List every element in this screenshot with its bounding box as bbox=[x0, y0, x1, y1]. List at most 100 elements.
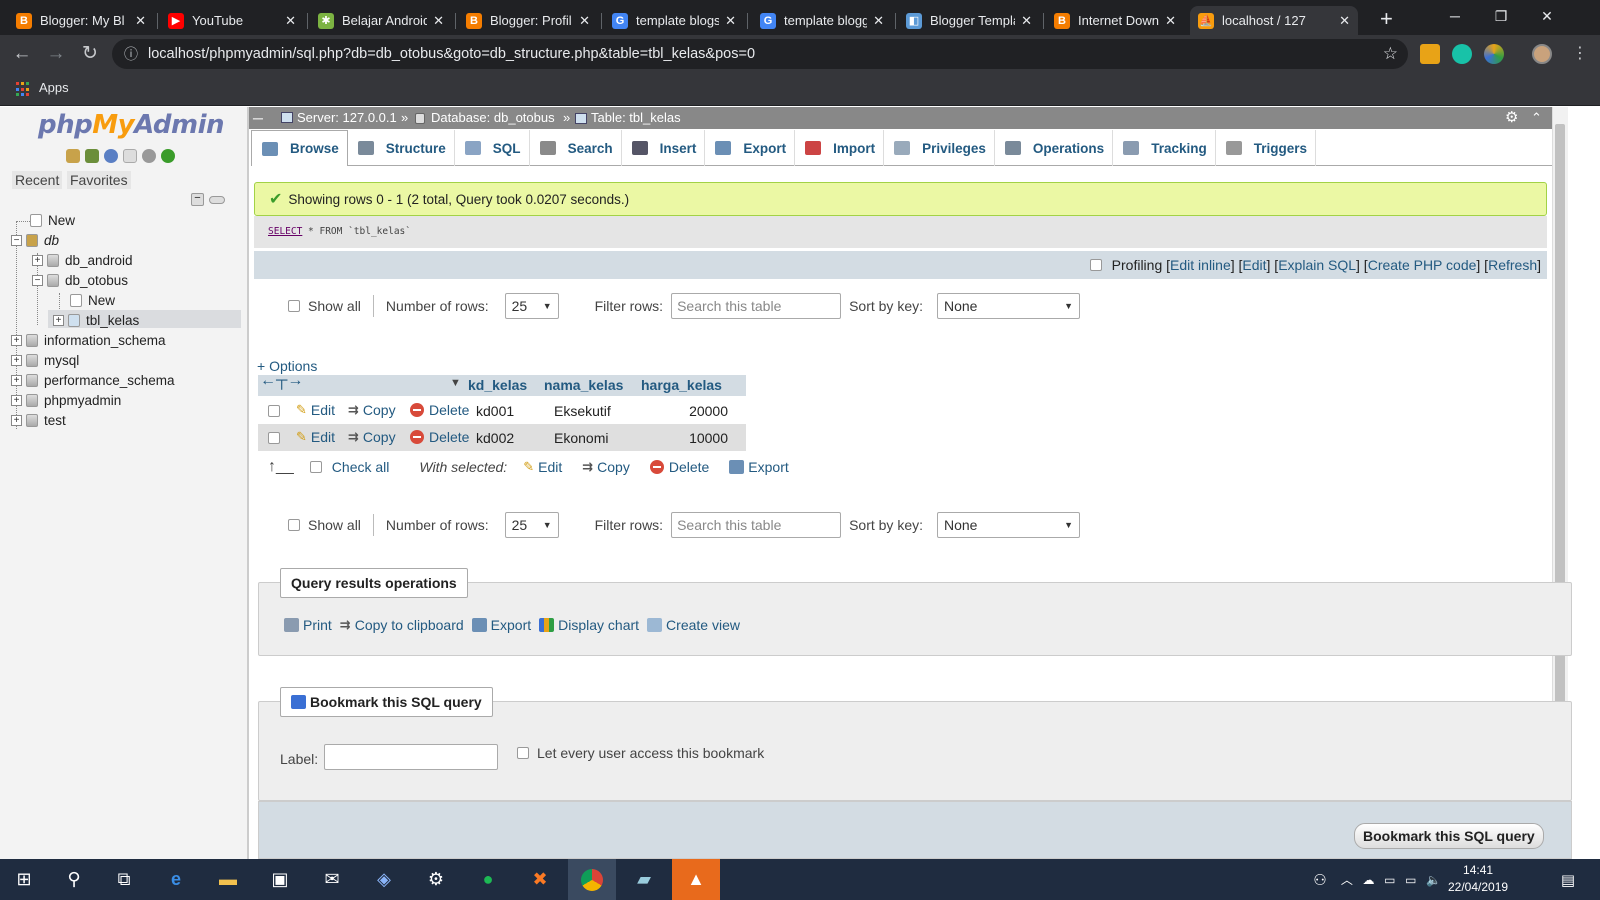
bookmark-star-icon[interactable]: ☆ bbox=[1383, 39, 1398, 69]
copy-clipboard-button[interactable]: ⇉ Copy to clipboard bbox=[340, 617, 464, 633]
collapse-top-icon[interactable]: ⌃ bbox=[1531, 107, 1542, 129]
tree-new[interactable]: New bbox=[30, 213, 75, 228]
recent-tab[interactable]: Recent bbox=[12, 171, 63, 189]
menu-icon[interactable]: ⋮ bbox=[1566, 40, 1594, 68]
edit-link[interactable]: Edit bbox=[1242, 257, 1266, 273]
volume-icon[interactable]: 🔈 bbox=[1426, 873, 1441, 887]
tab-browse[interactable]: Browse bbox=[251, 130, 348, 166]
reload-nav-icon[interactable] bbox=[161, 149, 175, 163]
show-all-checkbox[interactable] bbox=[288, 519, 300, 531]
notepad-icon[interactable]: ▰ bbox=[620, 859, 668, 900]
logout-icon[interactable] bbox=[85, 149, 99, 163]
notifications-icon[interactable]: ▤ bbox=[1544, 859, 1592, 900]
task-view-icon[interactable]: ⧉ bbox=[100, 859, 148, 900]
check-all-checkbox[interactable] bbox=[309, 461, 322, 473]
store-icon[interactable]: ▣ bbox=[256, 859, 304, 900]
bookmark-label-input[interactable] bbox=[324, 744, 498, 770]
tab-sql[interactable]: SQL bbox=[455, 130, 530, 166]
breadcrumb-database[interactable]: Database: db_otobus bbox=[431, 107, 555, 129]
extension-m-icon[interactable] bbox=[1452, 44, 1472, 64]
virtualbox-icon[interactable]: ◈ bbox=[360, 859, 408, 900]
tab-search[interactable]: Search bbox=[530, 130, 622, 166]
minimize-button[interactable]: ─ bbox=[1432, 2, 1478, 30]
tree-tbl-kelas[interactable]: + tbl_kelas bbox=[53, 313, 139, 328]
onedrive-icon[interactable]: ☁ bbox=[1363, 873, 1375, 887]
tab-insert[interactable]: Insert bbox=[622, 130, 706, 166]
browser-tab[interactable]: ◧ Blogger Templa ✕ bbox=[898, 6, 1040, 35]
profile-avatar[interactable] bbox=[1532, 44, 1552, 64]
create-php-link[interactable]: Create PHP code bbox=[1368, 257, 1477, 273]
gear-icon[interactable]: ⚙ bbox=[1505, 107, 1518, 129]
reload-icon[interactable]: ↻ bbox=[76, 40, 104, 68]
tab-export[interactable]: Export bbox=[705, 130, 796, 166]
show-all-checkbox[interactable] bbox=[288, 300, 300, 312]
info-icon[interactable]: ⓘ bbox=[124, 39, 138, 69]
create-view-button[interactable]: Create view bbox=[647, 617, 740, 633]
sort-select[interactable]: None ▼ bbox=[937, 512, 1080, 538]
check-all-label[interactable]: Check all bbox=[332, 459, 390, 475]
docs-icon[interactable] bbox=[123, 149, 137, 163]
collapse-icon[interactable]: − bbox=[11, 235, 22, 246]
tab-privileges[interactable]: Privileges bbox=[884, 130, 995, 166]
tab-structure[interactable]: Structure bbox=[348, 130, 455, 166]
xampp-icon[interactable]: ✖ bbox=[516, 859, 564, 900]
tab-operations[interactable]: Operations bbox=[995, 130, 1114, 166]
row-edit-button[interactable]: ✎ Edit bbox=[296, 402, 335, 418]
mail-icon[interactable]: ✉ bbox=[308, 859, 356, 900]
edit-inline-link[interactable]: Edit inline bbox=[1170, 257, 1231, 273]
browser-tab[interactable]: ⛵ localhost / 127 ✕ bbox=[1190, 6, 1358, 35]
settings-icon[interactable] bbox=[142, 149, 156, 163]
tab-import[interactable]: Import bbox=[795, 130, 885, 166]
edge-icon[interactable]: e bbox=[152, 859, 200, 900]
apps-link[interactable]: Apps bbox=[39, 80, 69, 95]
address-bar[interactable]: ⓘ localhost/phpmyadmin/sql.php?db=db_oto… bbox=[112, 39, 1408, 69]
rows-select[interactable]: 25 ▼ bbox=[504, 293, 559, 319]
sql-keyword[interactable]: SELECT bbox=[268, 226, 302, 237]
let-every-user-checkbox[interactable] bbox=[517, 747, 529, 759]
tree-performance-schema[interactable]: + performance_schema bbox=[11, 373, 175, 388]
profiling-checkbox[interactable] bbox=[1089, 259, 1102, 271]
browser-tab[interactable]: ✱ Belajar Android ✕ bbox=[310, 6, 452, 35]
bulk-delete-button[interactable]: Delete bbox=[649, 459, 709, 475]
close-tab-icon[interactable]: ✕ bbox=[579, 13, 590, 29]
expand-icon[interactable]: + bbox=[11, 335, 22, 346]
bulk-edit-button[interactable]: ✎ Edit bbox=[523, 459, 562, 475]
explain-sql-link[interactable]: Explain SQL bbox=[1278, 257, 1356, 273]
clock[interactable]: 14:41 22/04/2019 bbox=[1448, 862, 1508, 896]
close-tab-icon[interactable]: ✕ bbox=[1021, 13, 1032, 29]
network-icon[interactable]: ▭ bbox=[1405, 873, 1416, 887]
rows-select[interactable]: 25 ▼ bbox=[504, 512, 559, 538]
xampp-extension-icon[interactable] bbox=[1420, 44, 1440, 64]
bulk-copy-button[interactable]: ⇉ Copy bbox=[582, 459, 630, 475]
bulk-export-button[interactable]: Export bbox=[729, 459, 789, 475]
sort-select[interactable]: None ▼ bbox=[937, 293, 1080, 319]
settings-app-icon[interactable]: ⚙ bbox=[412, 859, 460, 900]
battery-icon[interactable]: ▭ bbox=[1384, 873, 1395, 887]
display-chart-button[interactable]: Display chart bbox=[539, 617, 639, 633]
row-copy-button[interactable]: ⇉ Copy bbox=[348, 402, 396, 418]
forward-icon[interactable]: → bbox=[42, 40, 70, 68]
column-resize-arrows-icon[interactable]: ←┬→ bbox=[260, 372, 303, 390]
breadcrumb-table[interactable]: Table: tbl_kelas bbox=[591, 107, 681, 129]
expand-icon[interactable]: + bbox=[32, 255, 43, 266]
tree-otobus-new[interactable]: New bbox=[70, 293, 115, 308]
close-window-button[interactable]: ✕ bbox=[1524, 2, 1570, 30]
chrome-icon[interactable] bbox=[568, 859, 616, 900]
row-delete-button[interactable]: Delete bbox=[410, 429, 469, 445]
extension-colorful-icon[interactable] bbox=[1484, 44, 1504, 64]
row-checkbox[interactable] bbox=[268, 432, 280, 444]
spotify-icon[interactable]: ● bbox=[464, 859, 512, 900]
apps-grid-icon[interactable] bbox=[16, 82, 31, 97]
tree-db-otobus[interactable]: − db_otobus bbox=[32, 273, 128, 288]
column-nama-kelas[interactable]: nama_kelas bbox=[544, 377, 623, 393]
column-kd-kelas[interactable]: kd_kelas bbox=[468, 377, 527, 393]
file-explorer-icon[interactable]: ▬ bbox=[204, 859, 252, 900]
collapse-nav-icon[interactable]: ─ bbox=[253, 107, 263, 129]
home-icon[interactable] bbox=[66, 149, 80, 163]
tab-triggers[interactable]: Triggers bbox=[1216, 130, 1316, 166]
help-icon[interactable] bbox=[104, 149, 118, 163]
expand-icon[interactable]: + bbox=[53, 315, 64, 326]
tree-information-schema[interactable]: + information_schema bbox=[11, 333, 166, 348]
expand-icon[interactable]: + bbox=[11, 395, 22, 406]
bookmark-submit-button[interactable]: Bookmark this SQL query bbox=[1354, 823, 1544, 849]
